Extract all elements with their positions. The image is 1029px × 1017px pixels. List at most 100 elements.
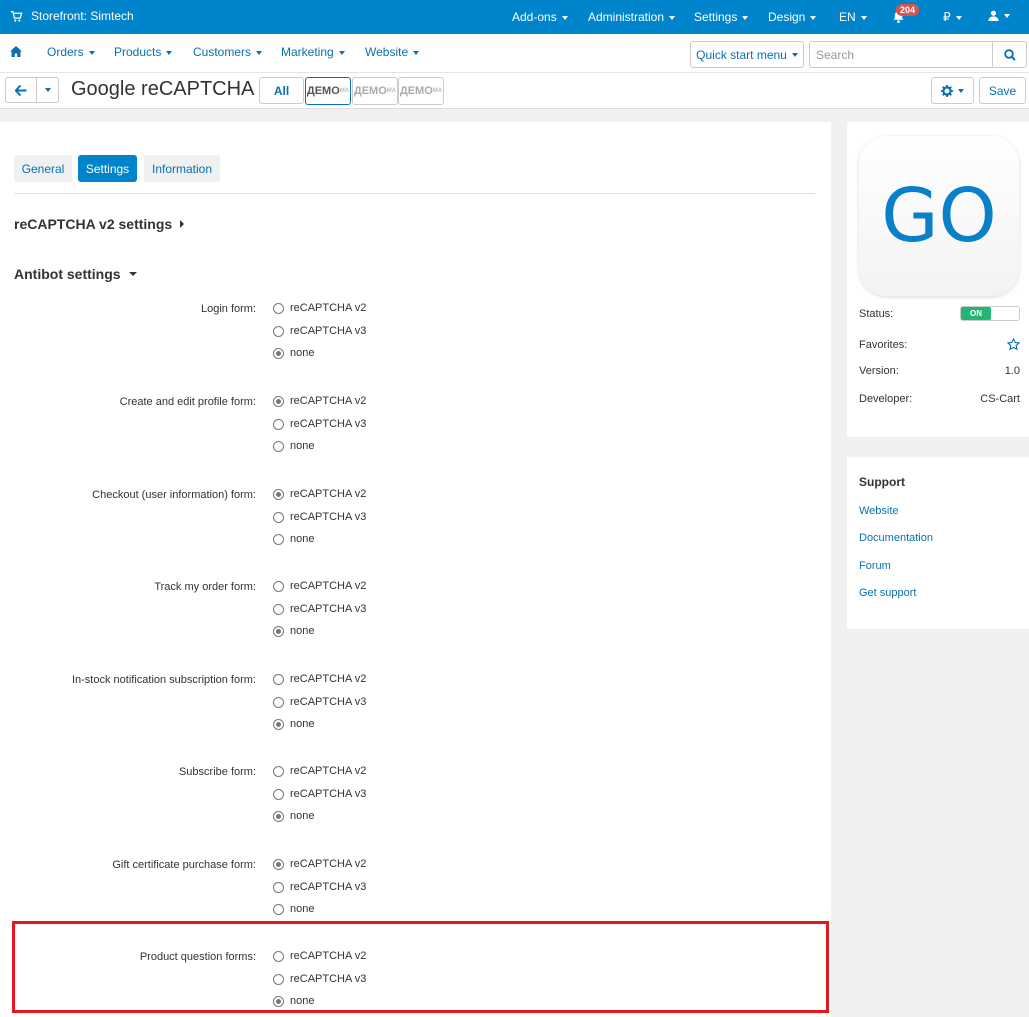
tab-settings[interactable]: Settings: [78, 155, 137, 182]
menu-administration[interactable]: Administration: [588, 10, 676, 24]
support-panel: Support Website Documentation Forum Get …: [847, 457, 1029, 629]
form-setting-label: Checkout (user information) form:: [92, 489, 256, 501]
radio-option[interactable]: reCAPTCHA v2: [273, 302, 366, 314]
radio-option[interactable]: reCAPTCHA v2: [273, 673, 366, 685]
support-link-website[interactable]: Website: [859, 505, 899, 517]
storefront-link[interactable]: Storefront: Simtech: [10, 9, 134, 23]
radio-option[interactable]: reCAPTCHA v3: [273, 418, 366, 430]
settings-dropdown-button[interactable]: [931, 77, 974, 104]
radio-option-label: none: [290, 533, 315, 545]
menu-settings[interactable]: Settings: [694, 10, 749, 24]
demo-store-button-3[interactable]: ДЕМО MA: [398, 77, 444, 105]
radio-button[interactable]: [273, 488, 284, 500]
back-dropdown-button[interactable]: [37, 77, 59, 103]
filter-all-button[interactable]: All: [259, 77, 304, 104]
radio-option[interactable]: reCAPTCHA v3: [273, 788, 366, 800]
radio-button[interactable]: [273, 395, 284, 407]
support-link-documentation[interactable]: Documentation: [859, 532, 933, 544]
radio-option[interactable]: reCAPTCHA v3: [273, 696, 366, 708]
save-button[interactable]: Save: [979, 77, 1026, 104]
radio-option[interactable]: reCAPTCHA v3: [273, 511, 366, 523]
back-button[interactable]: [5, 77, 37, 103]
radio-button[interactable]: [273, 765, 284, 777]
menu-addons[interactable]: Add-ons: [512, 10, 568, 24]
radio-option[interactable]: none: [273, 810, 314, 822]
menu-user[interactable]: [988, 10, 1010, 21]
support-link-forum[interactable]: Forum: [859, 560, 891, 572]
radio-option[interactable]: reCAPTCHA v3: [273, 881, 366, 893]
radio-button[interactable]: [273, 788, 284, 800]
developer-value: CS-Cart: [980, 393, 1020, 405]
radio-option[interactable]: reCAPTCHA v2: [273, 765, 366, 777]
radio-option-label: none: [290, 625, 315, 637]
developer-label: Developer:: [859, 393, 913, 405]
radio-option[interactable]: reCAPTCHA v2: [273, 488, 366, 500]
radio-button[interactable]: [273, 418, 284, 430]
radio-button[interactable]: [273, 325, 284, 337]
radio-button[interactable]: [273, 625, 284, 637]
radio-button[interactable]: [273, 533, 284, 545]
radio-option[interactable]: reCAPTCHA v2: [273, 395, 366, 407]
nav-customers[interactable]: Customers: [193, 45, 263, 59]
gear-icon: [941, 84, 953, 97]
support-link-get-support[interactable]: Get support: [859, 587, 916, 599]
radio-option[interactable]: none: [273, 533, 314, 545]
radio-button[interactable]: [273, 440, 284, 452]
radio-option-label: reCAPTCHA v2: [290, 302, 367, 314]
radio-button[interactable]: [273, 696, 284, 708]
nav-products[interactable]: Products: [114, 45, 173, 59]
tab-information[interactable]: Information: [144, 155, 220, 182]
radio-option-label: reCAPTCHA v2: [290, 580, 367, 592]
radio-button[interactable]: [273, 347, 284, 359]
radio-option-label: reCAPTCHA v3: [290, 418, 367, 430]
section-antibot-toggle[interactable]: Antibot settings: [14, 266, 137, 282]
menu-currency[interactable]: ₽: [943, 10, 962, 24]
menu-design[interactable]: Design: [768, 10, 817, 24]
radio-option[interactable]: reCAPTCHA v2: [273, 858, 366, 870]
version-value: 1.0: [1004, 365, 1020, 377]
radio-button[interactable]: [273, 511, 284, 523]
menu-language[interactable]: EN: [839, 10, 867, 24]
radio-option[interactable]: reCAPTCHA v3: [273, 325, 366, 337]
form-setting-row: Track my order form: reCAPTCHA v2 reCAPTCH…: [0, 580, 831, 651]
nav-orders[interactable]: Orders: [47, 45, 95, 59]
form-setting-label: Create and edit profile form:: [119, 396, 256, 408]
radio-button[interactable]: [273, 718, 284, 730]
status-toggle[interactable]: ON: [960, 306, 1020, 321]
radio-button[interactable]: [273, 603, 284, 615]
radio-button[interactable]: [273, 858, 284, 870]
radio-option[interactable]: none: [273, 440, 314, 452]
search-icon: [1003, 48, 1016, 61]
main-nav: Orders Products Customers Marketing Webs…: [0, 34, 1029, 73]
radio-button[interactable]: [273, 881, 284, 893]
form-setting-label: In-stock notification subscription form:: [71, 674, 256, 686]
demo-store-button-2[interactable]: ДЕМО MA: [352, 77, 398, 105]
radio-button[interactable]: [273, 810, 284, 822]
radio-button[interactable]: [273, 903, 284, 915]
radio-option[interactable]: none: [273, 347, 314, 359]
search-button[interactable]: [993, 41, 1027, 68]
form-setting-label: Gift certificate purchase form:: [112, 859, 256, 871]
nav-website[interactable]: Website: [365, 45, 420, 59]
section-recaptcha-v2-toggle[interactable]: reCAPTCHA v2 settings: [14, 216, 185, 232]
radio-option[interactable]: none: [273, 903, 314, 915]
search-input[interactable]: [809, 41, 993, 68]
home-icon[interactable]: [10, 46, 22, 57]
form-setting-row: Checkout (user information) form: reCAPTC…: [0, 488, 831, 559]
favorites-row: Favorites:: [859, 338, 1020, 351]
radio-button[interactable]: [273, 302, 284, 314]
radio-option[interactable]: reCAPTCHA v3: [273, 603, 366, 615]
tab-general[interactable]: General: [14, 155, 72, 182]
radio-option[interactable]: none: [273, 625, 314, 637]
nav-marketing[interactable]: Marketing: [281, 45, 345, 59]
quick-start-menu-button[interactable]: Quick start menu: [690, 41, 804, 68]
radio-button[interactable]: [273, 580, 284, 592]
demo-store-button-1[interactable]: ДЕМО MA: [305, 77, 351, 105]
radio-option[interactable]: none: [273, 718, 314, 730]
star-icon[interactable]: [1007, 338, 1020, 351]
radio-button[interactable]: [273, 673, 284, 685]
radio-option-label: none: [290, 440, 315, 452]
radio-option-label: reCAPTCHA v2: [290, 488, 367, 500]
radio-option-label: none: [290, 718, 315, 730]
radio-option[interactable]: reCAPTCHA v2: [273, 580, 366, 592]
